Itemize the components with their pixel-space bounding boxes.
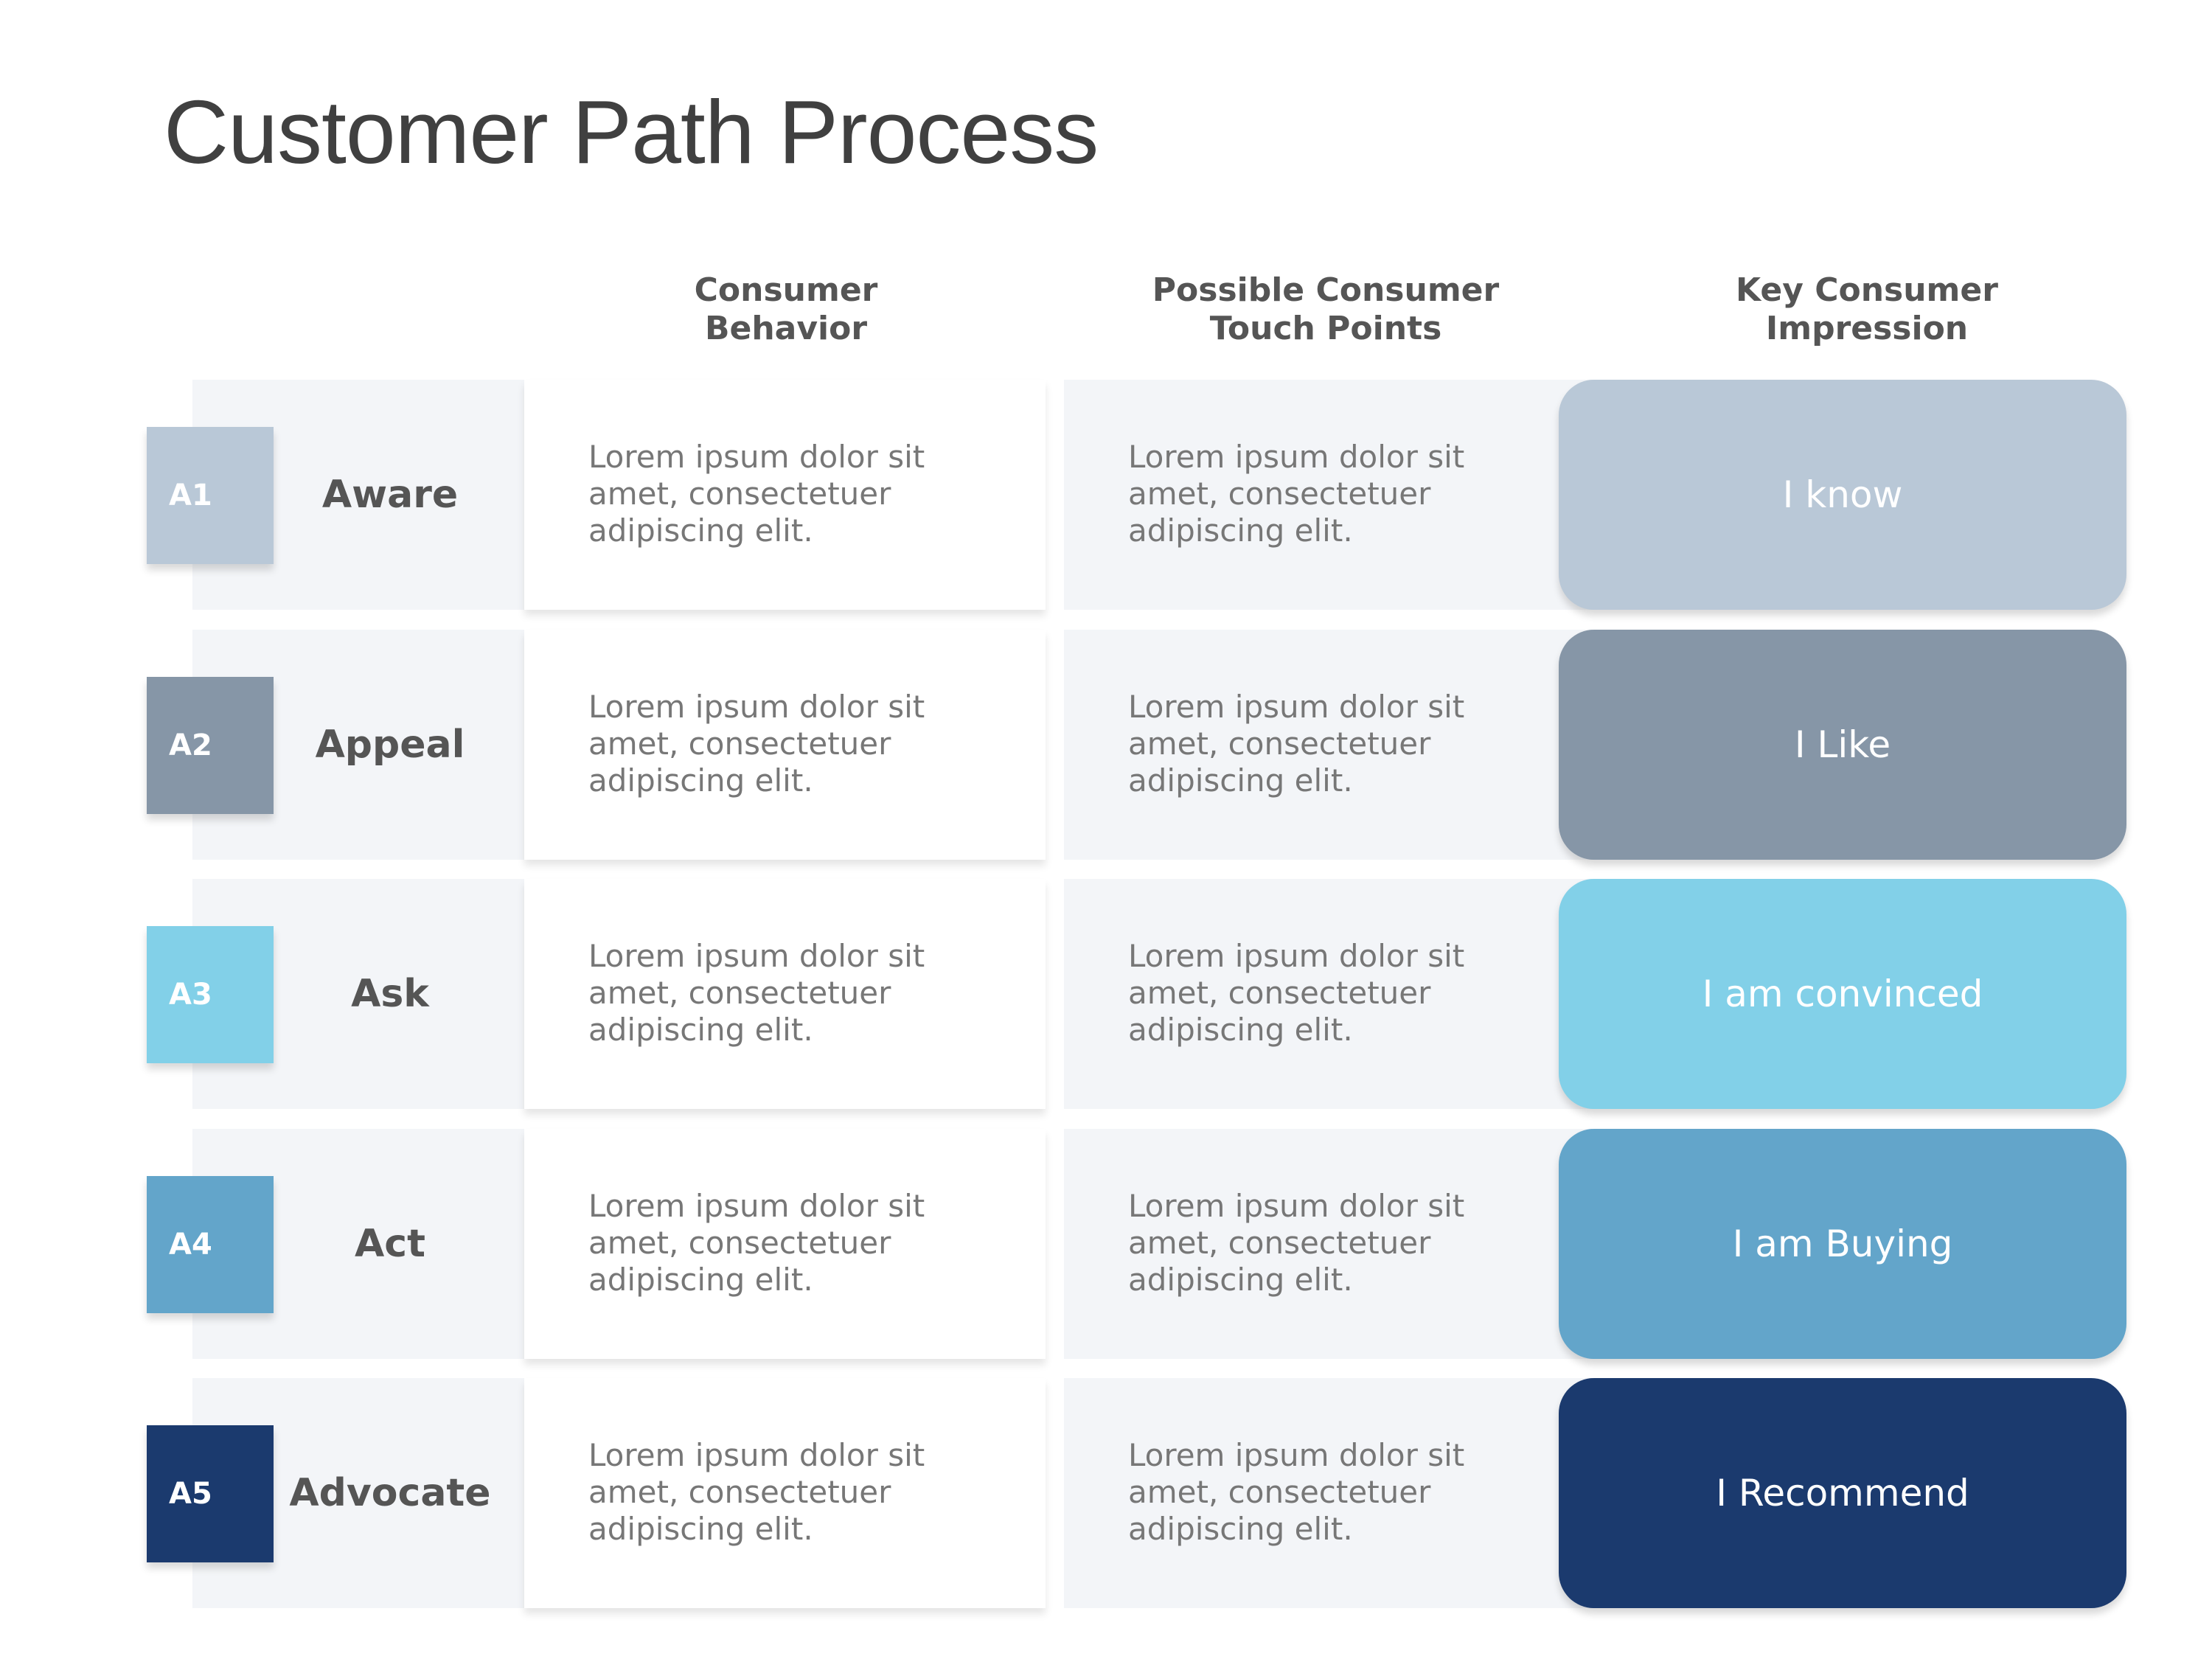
behavior-cell: Lorem ipsum dolor sit amet, consectetuer… [524, 879, 1046, 1109]
touch-points-text: Lorem ipsum dolor sit amet, consectetuer… [1128, 938, 1465, 1048]
stage-badge: A3 [147, 926, 274, 1063]
stage-badge-label: A1 [169, 479, 212, 512]
stage-badge-label: A3 [169, 978, 212, 1012]
touch-points-text: Lorem ipsum dolor sit amet, consectetuer… [1128, 439, 1465, 549]
behavior-text: Lorem ipsum dolor sit amet, consectetuer… [588, 938, 925, 1048]
behavior-text: Lorem ipsum dolor sit amet, consectetuer… [588, 1188, 925, 1298]
stage-label: Appeal [315, 723, 465, 767]
column-header-touch-points: Possible Consumer Touch Points [1152, 271, 1500, 347]
touch-points-cell: Lorem ipsum dolor sit amet, consectetuer… [1064, 380, 1595, 610]
column-header-behavior: Consumer Behavior [694, 271, 878, 347]
column-header-impression: Key Consumer Impression [1736, 271, 1998, 347]
stage-badge-label: A2 [169, 728, 212, 762]
process-row: A5 Advocate Lorem ipsum dolor sit amet, … [0, 1378, 2212, 1608]
stage-label: Aware [321, 473, 459, 517]
behavior-text: Lorem ipsum dolor sit amet, consectetuer… [588, 1437, 925, 1547]
stage-label: Advocate [289, 1471, 491, 1515]
impression-pill: I know [1559, 380, 2126, 610]
touch-points-cell: Lorem ipsum dolor sit amet, consectetuer… [1064, 879, 1595, 1109]
stage-badge-label: A4 [169, 1228, 212, 1262]
impression-text: I Recommend [1716, 1472, 1969, 1514]
process-row: A2 Appeal Lorem ipsum dolor sit amet, co… [0, 630, 2212, 860]
behavior-cell: Lorem ipsum dolor sit amet, consectetuer… [524, 1129, 1046, 1359]
stage-label: Act [355, 1222, 425, 1266]
impression-text: I Like [1794, 723, 1891, 766]
process-row: A4 Act Lorem ipsum dolor sit amet, conse… [0, 1129, 2212, 1359]
behavior-text: Lorem ipsum dolor sit amet, consectetuer… [588, 439, 925, 549]
behavior-text: Lorem ipsum dolor sit amet, consectetuer… [588, 689, 925, 799]
impression-pill: I Recommend [1559, 1378, 2126, 1608]
touch-points-cell: Lorem ipsum dolor sit amet, consectetuer… [1064, 1129, 1595, 1359]
touch-points-cell: Lorem ipsum dolor sit amet, consectetuer… [1064, 630, 1595, 860]
page-title: Customer Path Process [164, 82, 1099, 182]
stage-label: Ask [351, 972, 429, 1016]
touch-points-text: Lorem ipsum dolor sit amet, consectetuer… [1128, 1437, 1465, 1547]
behavior-cell: Lorem ipsum dolor sit amet, consectetuer… [524, 380, 1046, 610]
impression-text: I know [1782, 473, 1903, 516]
impression-pill: I am convinced [1559, 879, 2126, 1109]
impression-text: I am convinced [1702, 973, 1983, 1015]
impression-pill: I am Buying [1559, 1129, 2126, 1359]
impression-pill: I Like [1559, 630, 2126, 860]
touch-points-text: Lorem ipsum dolor sit amet, consectetuer… [1128, 689, 1465, 799]
process-row: A1 Aware Lorem ipsum dolor sit amet, con… [0, 380, 2212, 610]
stage-badge: A2 [147, 677, 274, 814]
behavior-cell: Lorem ipsum dolor sit amet, consectetuer… [524, 1378, 1046, 1608]
behavior-cell: Lorem ipsum dolor sit amet, consectetuer… [524, 630, 1046, 860]
process-row: A3 Ask Lorem ipsum dolor sit amet, conse… [0, 879, 2212, 1109]
stage-badge: A1 [147, 427, 274, 564]
touch-points-cell: Lorem ipsum dolor sit amet, consectetuer… [1064, 1378, 1595, 1608]
stage-badge: A5 [147, 1425, 274, 1562]
impression-text: I am Buying [1732, 1222, 1953, 1265]
stage-badge-label: A5 [169, 1477, 212, 1511]
stage-badge: A4 [147, 1176, 274, 1313]
touch-points-text: Lorem ipsum dolor sit amet, consectetuer… [1128, 1188, 1465, 1298]
